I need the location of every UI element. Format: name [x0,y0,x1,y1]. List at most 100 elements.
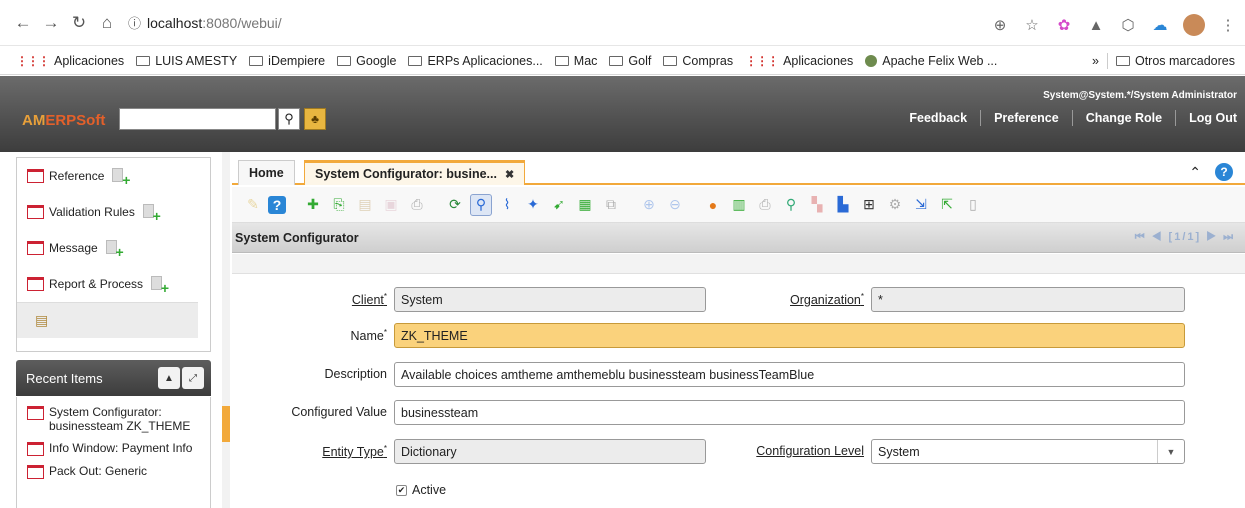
client-label[interactable]: Client* [322,292,387,307]
process-icon[interactable]: ⚙ [884,194,906,216]
new-record-icon[interactable]: + [105,240,124,260]
menu-icon[interactable]: ⋮ [1219,16,1237,34]
new-record-icon[interactable]: + [151,276,169,296]
reload-icon[interactable]: ↻ [68,12,90,34]
print-preview-icon[interactable]: ▥ [728,194,750,216]
copy-record-icon[interactable]: ⎘ [328,194,350,216]
bookmark-folder[interactable]: LUIS AMESTY [136,54,237,68]
save-icon[interactable]: ▣ [380,194,402,216]
attachment-icon[interactable]: ⌇ [496,194,518,216]
configuration-level-label[interactable]: Configuration Level [712,444,864,458]
splitter-handle[interactable] [222,406,230,442]
change-role-link[interactable]: Change Role [1086,111,1162,125]
ignore-icon[interactable]: ✎ [242,194,264,216]
folder-icon [337,55,352,66]
recent-item[interactable]: Pack Out: Generic [17,456,210,479]
bookmark-apps[interactable]: ⋮⋮⋮ Aplicaciones [745,54,853,68]
export-icon[interactable]: ⇲ [910,194,932,216]
folder-icon [554,55,569,66]
recent-item[interactable]: System Configurator: businessteam ZK_THE… [17,397,210,433]
info-icon[interactable]: ⓘ [128,13,141,32]
new-record-icon[interactable]: ✚ [302,194,324,216]
entity-type-label[interactable]: Entity Type* [292,444,387,459]
bookmark-folder[interactable]: Mac [554,54,597,68]
favorite-item[interactable]: Reference + [17,158,210,194]
organization-label[interactable]: Organization* [752,292,864,307]
preference-link[interactable]: Preference [994,111,1059,125]
home-icon[interactable]: ⌂ [96,12,118,34]
back-icon[interactable]: ← [12,12,34,34]
favorite-item[interactable]: Report & Process + [17,266,210,302]
workflow-icon[interactable]: ▙ [832,194,854,216]
extension-icon[interactable]: ▲ [1087,16,1105,34]
tab-system-configurator[interactable]: System Configurator: busine... ✖ [304,160,526,185]
more-bookmarks-button[interactable]: » [1092,54,1099,68]
collapse-up-icon[interactable]: ⌃ [1189,164,1201,181]
print-icon[interactable]: ⎙ [754,194,776,216]
feedback-link[interactable]: Feedback [909,111,967,125]
zoom-across-icon[interactable]: ⚲ [780,194,802,216]
bookmark-folder[interactable]: Golf [609,54,651,68]
extension-icon[interactable]: ⬡ [1119,16,1137,34]
favorite-item[interactable]: Message + [17,230,210,266]
trash-icon[interactable]: ▤ [17,302,198,338]
new-record-icon[interactable]: + [142,204,161,224]
tree-menu-icon[interactable]: ♣ [304,108,326,130]
archive-icon[interactable]: ▚ [806,194,828,216]
record-navigator[interactable]: ⏮ ◀ [1/1] ▶ ⏭ [1135,231,1235,244]
previous-record-icon[interactable]: ⊕ [638,194,660,216]
save-create-icon[interactable]: ⎙ [406,194,428,216]
report-icon[interactable]: ● [702,194,724,216]
cloud-icon[interactable]: ☁ [1151,16,1169,34]
collapse-icon[interactable]: ▲ [158,367,180,389]
other-bookmarks[interactable]: Otros marcadores [1115,54,1235,68]
bookmark-apps[interactable]: ⋮⋮⋮ Aplicaciones [16,54,124,68]
import-icon[interactable]: ⇱ [936,194,958,216]
close-icon[interactable]: ✖ [505,168,514,181]
configuration-level-select[interactable]: System ▼ [871,439,1185,464]
search-icon[interactable]: ⚲ [278,108,300,130]
checkbox-icon[interactable]: ✔ [396,484,407,496]
extension-icon[interactable]: ✿ [1055,16,1073,34]
delete-icon[interactable]: ▤ [354,194,376,216]
avatar[interactable] [1183,14,1205,36]
entity-type-field[interactable]: Dictionary [394,439,706,464]
file-import-icon[interactable]: ▯ [962,194,984,216]
favorite-item[interactable]: Validation Rules + [17,194,210,230]
zoom-icon[interactable]: ⊕ [991,16,1009,34]
star-icon[interactable]: ☆ [1023,16,1041,34]
help-icon[interactable]: ? [268,195,286,214]
description-field[interactable]: Available choices amtheme amthemeblu bus… [394,362,1185,387]
forward-icon[interactable]: → [40,12,62,34]
next-record-icon[interactable]: ⊖ [664,194,686,216]
recent-item[interactable]: Info Window: Payment Info [17,433,210,456]
chevron-down-icon[interactable]: ▼ [1157,440,1184,463]
expand-icon[interactable]: ⤢ [182,367,204,389]
request-icon[interactable]: ⊞ [858,194,880,216]
label-text: Entity Type [322,445,384,460]
name-field[interactable]: ZK_THEME [394,323,1185,348]
address-bar[interactable]: ⓘ localhost:8080/webui/ [128,13,282,32]
logout-link[interactable]: Log Out [1189,111,1237,125]
bookmark-folder[interactable]: Compras [663,54,733,68]
client-field[interactable]: System [394,287,706,312]
bookmark-label: Golf [628,53,652,68]
new-record-icon[interactable]: + [112,168,130,188]
panel-splitter[interactable] [222,152,230,508]
configured-value-field[interactable]: businessteam [394,400,1185,425]
bookmark-folder[interactable]: iDempiere [249,54,325,68]
help-icon[interactable]: ? [1215,163,1233,181]
active-checkbox[interactable]: ✔ Active [396,483,446,497]
tab-home[interactable]: Home [238,160,295,185]
find-icon[interactable]: ⚲ [470,193,492,216]
chat-icon[interactable]: ✦ [522,194,544,216]
parent-record-icon[interactable]: ⧉ [600,194,622,216]
bookmark-felix[interactable]: Apache Felix Web ... [865,54,997,68]
history-icon[interactable]: ➹ [548,194,570,216]
bookmark-folder[interactable]: Google [337,54,396,68]
bookmark-folder[interactable]: ERPs Aplicaciones... [408,54,543,68]
global-search-input[interactable] [119,108,276,130]
organization-field[interactable]: * [871,287,1185,312]
grid-toggle-icon[interactable]: ▦ [574,194,596,216]
refresh-icon[interactable]: ⟳ [444,194,466,216]
